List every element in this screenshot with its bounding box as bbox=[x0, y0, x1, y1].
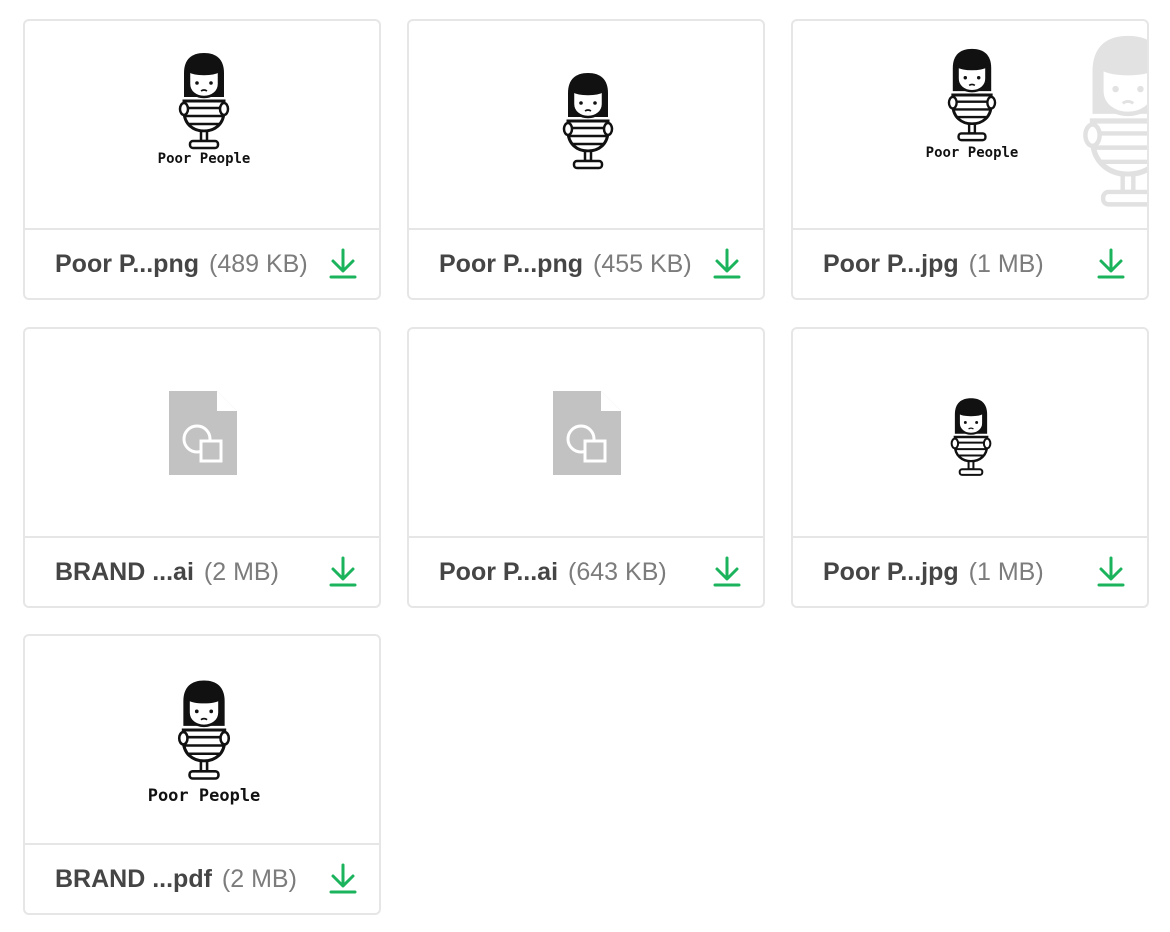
file-label: BRAND ...pdf (2 MB) bbox=[55, 864, 297, 894]
download-icon[interactable] bbox=[1097, 556, 1125, 588]
file-card[interactable]: Poor People Poor P...jpg (1 MB) bbox=[791, 19, 1149, 300]
file-label: Poor P...png (455 KB) bbox=[439, 249, 692, 279]
file-name: Poor P...jpg bbox=[823, 558, 959, 586]
download-icon[interactable] bbox=[713, 556, 741, 588]
file-size: (643 KB) bbox=[568, 558, 667, 586]
file-footer: Poor P...png (489 KB) bbox=[25, 230, 379, 298]
mascot-watermark bbox=[1073, 21, 1147, 230]
file-size: (2 MB) bbox=[221, 865, 297, 893]
file-size: (455 KB) bbox=[593, 250, 692, 278]
logo-text: Poor People bbox=[926, 145, 1019, 161]
file-card[interactable]: Poor P...jpg (1 MB) bbox=[791, 327, 1149, 608]
file-preview[interactable]: Poor People bbox=[25, 636, 379, 845]
file-preview[interactable]: Poor People bbox=[25, 21, 379, 230]
file-card[interactable]: Poor P...png (455 KB) bbox=[407, 19, 765, 300]
file-label: Poor P...jpg (1 MB) bbox=[823, 557, 1044, 587]
file-size: (2 MB) bbox=[203, 558, 279, 586]
file-size: (489 KB) bbox=[209, 250, 308, 278]
file-name: BRAND ...ai bbox=[55, 558, 194, 586]
file-size: (1 MB) bbox=[968, 558, 1044, 586]
file-card[interactable]: Poor P...ai (643 KB) bbox=[407, 327, 765, 608]
file-card[interactable]: Poor People BRAND ...pdf (2 MB) bbox=[23, 634, 381, 915]
file-label: BRAND ...ai (2 MB) bbox=[55, 557, 279, 587]
file-name: Poor P...jpg bbox=[823, 250, 959, 278]
generic-file-icon bbox=[169, 391, 237, 475]
file-footer: Poor P...jpg (1 MB) bbox=[793, 230, 1147, 298]
file-card[interactable]: Poor People Poor P...png (489 KB) bbox=[23, 19, 381, 300]
file-size: (1 MB) bbox=[968, 250, 1044, 278]
file-preview[interactable] bbox=[409, 329, 763, 538]
file-footer: BRAND ...pdf (2 MB) bbox=[25, 845, 379, 913]
poor-people-logo: Poor People bbox=[148, 678, 261, 806]
file-preview[interactable] bbox=[409, 21, 763, 230]
download-icon[interactable] bbox=[329, 863, 357, 895]
file-name: BRAND ...pdf bbox=[55, 865, 212, 893]
file-card[interactable]: BRAND ...ai (2 MB) bbox=[23, 327, 381, 608]
file-name: Poor P...png bbox=[55, 250, 199, 278]
generic-file-icon bbox=[553, 391, 621, 475]
poor-people-logo: Poor People bbox=[926, 47, 1019, 161]
poor-people-logo: Poor People bbox=[158, 51, 251, 167]
download-icon[interactable] bbox=[1097, 248, 1125, 280]
file-label: Poor P...ai (643 KB) bbox=[439, 557, 667, 587]
download-icon[interactable] bbox=[329, 556, 357, 588]
file-footer: BRAND ...ai (2 MB) bbox=[25, 538, 379, 606]
file-preview[interactable]: Poor People bbox=[793, 21, 1147, 230]
file-footer: Poor P...ai (643 KB) bbox=[409, 538, 763, 606]
poor-people-logo bbox=[562, 71, 614, 170]
file-name: Poor P...ai bbox=[439, 558, 559, 586]
file-preview[interactable] bbox=[25, 329, 379, 538]
download-icon[interactable] bbox=[713, 248, 741, 280]
logo-text: Poor People bbox=[158, 151, 251, 167]
download-icon[interactable] bbox=[329, 248, 357, 280]
file-footer: Poor P...jpg (1 MB) bbox=[793, 538, 1147, 606]
file-footer: Poor P...png (455 KB) bbox=[409, 230, 763, 298]
poor-people-logo bbox=[950, 397, 992, 477]
file-label: Poor P...jpg (1 MB) bbox=[823, 249, 1044, 279]
file-name: Poor P...png bbox=[439, 250, 583, 278]
file-preview[interactable] bbox=[793, 329, 1147, 538]
logo-text: Poor People bbox=[148, 786, 261, 806]
file-label: Poor P...png (489 KB) bbox=[55, 249, 308, 279]
